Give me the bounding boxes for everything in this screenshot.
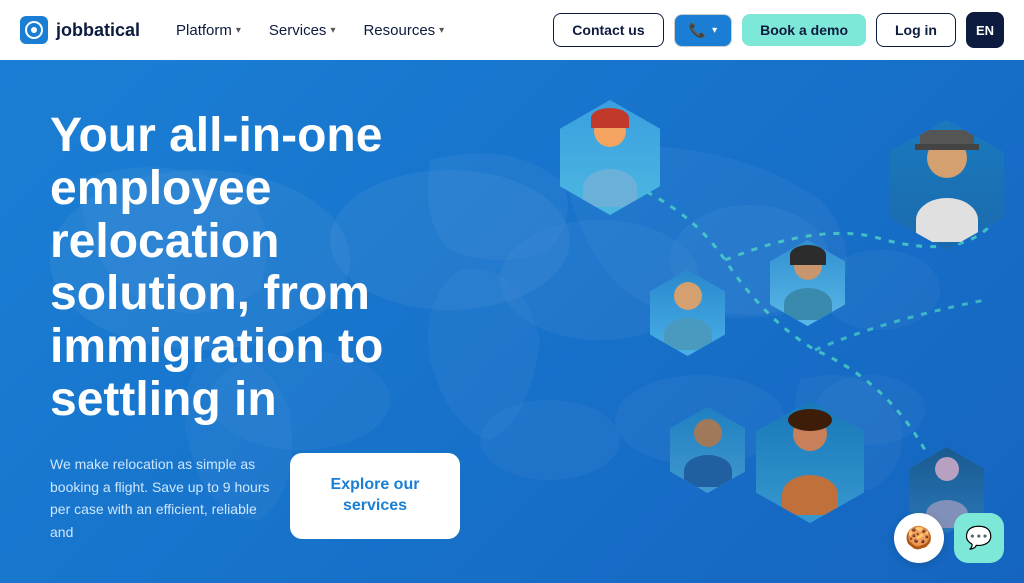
hero-description: We make relocation as simple as booking … (50, 453, 270, 543)
cookie-button[interactable]: 🍪 (894, 513, 944, 563)
hero-bottom: We make relocation as simple as booking … (50, 453, 460, 543)
chevron-down-icon: ▾ (236, 25, 241, 36)
logo[interactable]: jobbatical (20, 16, 140, 44)
phone-icon: 📞 (689, 22, 706, 39)
nav-right: Contact us 📞 ▾ Book a demo Log in EN (553, 12, 1004, 48)
chat-icon: 💬 (965, 525, 992, 551)
language-selector[interactable]: EN (966, 12, 1004, 48)
explore-services-button[interactable]: Explore our services (290, 453, 460, 539)
hero-right (500, 60, 1024, 583)
login-button[interactable]: Log in (876, 13, 956, 47)
navbar: jobbatical Platform ▾ Services ▾ Resourc… (0, 0, 1024, 60)
contact-us-button[interactable]: Contact us (553, 13, 663, 47)
hero-section: Your all-in-one employee relocation solu… (0, 60, 1024, 583)
nav-resources[interactable]: Resources ▾ (351, 14, 456, 47)
phone-button[interactable]: 📞 ▾ (674, 14, 732, 47)
brand-name: jobbatical (56, 20, 140, 41)
nav-platform[interactable]: Platform ▾ (164, 14, 253, 47)
nav-services[interactable]: Services ▾ (257, 14, 348, 47)
nav-links: Platform ▾ Services ▾ Resources ▾ (164, 14, 553, 47)
logo-icon (20, 16, 48, 44)
hero-left: Your all-in-one employee relocation solu… (0, 60, 500, 583)
chevron-down-icon: ▾ (330, 25, 335, 36)
book-demo-button[interactable]: Book a demo (742, 14, 866, 46)
chevron-down-icon: ▾ (712, 25, 717, 36)
cookie-icon: 🍪 (905, 525, 932, 551)
chevron-down-icon: ▾ (439, 25, 444, 36)
hero-headline: Your all-in-one employee relocation solu… (50, 110, 460, 427)
chat-widget-button[interactable]: 💬 (954, 513, 1004, 563)
